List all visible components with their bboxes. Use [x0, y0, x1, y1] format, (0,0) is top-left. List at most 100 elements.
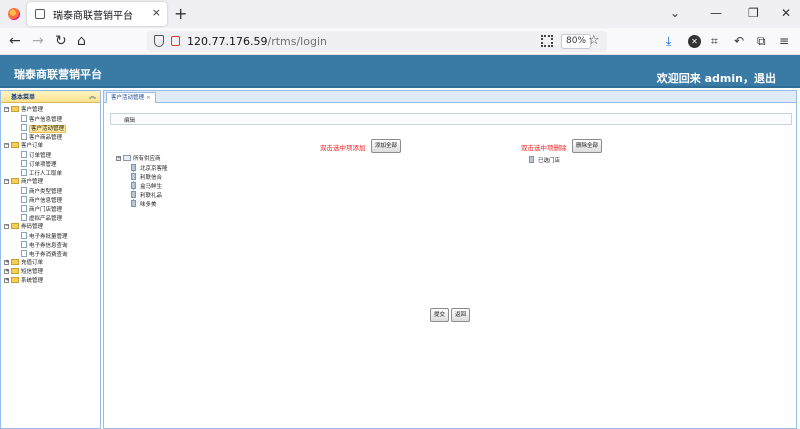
insecure-lock-icon[interactable]: [171, 36, 180, 46]
sidebar-group-system[interactable]: + 系统管理: [4, 277, 43, 286]
sidebar-item-merchant-types[interactable]: 商户类型管理: [21, 187, 62, 196]
undo-icon[interactable]: ↶: [734, 34, 744, 48]
collapse-toggle-icon[interactable]: −: [4, 224, 9, 229]
restore-window-icon[interactable]: ❐: [748, 6, 759, 20]
tab-list-chevron-icon[interactable]: ⌄: [670, 6, 680, 20]
document-icon: [21, 232, 27, 239]
downloads-icon[interactable]: ⤓: [666, 34, 671, 49]
tab-close-icon[interactable]: ×: [152, 6, 161, 19]
document-icon: [21, 151, 27, 158]
sidebar-item-coupon-consume[interactable]: 电子券消费查询: [21, 250, 68, 259]
remove-all-button[interactable]: 删除全部: [572, 139, 603, 153]
collapse-toggle-icon[interactable]: −: [4, 107, 9, 112]
tree-item-supplier[interactable]: 味多美: [131, 200, 157, 209]
sidebar-item-virtual-products[interactable]: 虚拟产品管理: [21, 214, 62, 223]
url-host: 120.77.176.59: [187, 35, 268, 48]
tab-close-icon[interactable]: ×: [146, 95, 151, 101]
expand-toggle-icon[interactable]: +: [4, 278, 9, 283]
sidebar-title: 基本菜单: [11, 94, 36, 101]
folder-icon: [11, 178, 19, 184]
tree-item-supplier[interactable]: 北京京客隆: [131, 164, 168, 173]
forward-arrow-icon[interactable]: →: [32, 33, 44, 49]
sidebar-item-customer-activity[interactable]: 客户活动管理: [21, 124, 67, 133]
address-bar[interactable]: 120.77.176.59/rtms/login 80% ☆: [147, 31, 607, 52]
welcome-logout-link[interactable]: 欢迎回来 admin，退出: [657, 70, 776, 86]
tree-item-label: 味多美: [140, 202, 157, 208]
expand-toggle-icon[interactable]: +: [4, 260, 9, 265]
qr-code-icon[interactable]: [541, 35, 553, 47]
new-tab-button[interactable]: +: [174, 4, 187, 23]
page-icon: [131, 182, 136, 189]
expand-toggle-icon[interactable]: +: [4, 269, 9, 274]
tree-item-supplier[interactable]: 利联礼品: [131, 191, 162, 200]
right-hint-text: 双击选中项删除: [521, 144, 567, 152]
folder-open-icon: [123, 155, 131, 161]
add-all-button[interactable]: 添加全部: [371, 139, 402, 153]
sidebar-item-order-items[interactable]: 订单项管理: [21, 160, 57, 169]
tab-customer-activity[interactable]: 客户活动管理 ×: [106, 92, 156, 103]
page-favicon-icon: [35, 9, 45, 19]
sidebar-item-coupon-batch[interactable]: 电子券批量管理: [21, 232, 68, 241]
sidebar-item-label: 订单管理: [29, 153, 52, 159]
tree-item-supplier[interactable]: 利联信合: [131, 173, 162, 182]
url-text[interactable]: 120.77.176.59/rtms/login: [187, 35, 327, 48]
sidebar-group-recharge[interactable]: + 充值订单: [4, 259, 43, 268]
sidebar-item-label: 客户商品管理: [29, 135, 63, 141]
sidebar-item-merchant-stores[interactable]: 商户门店管理: [21, 205, 62, 214]
zoom-level[interactable]: 80%: [561, 34, 592, 49]
tree-root-all-suppliers[interactable]: − 所有供应商: [116, 155, 161, 164]
sidebar-group-merchants[interactable]: − 商户管理: [4, 178, 43, 187]
page-icon: [131, 173, 136, 180]
back-arrow-icon[interactable]: ←: [9, 33, 21, 49]
submit-button[interactable]: 提交: [430, 308, 450, 322]
sidebar-item-label: 客户活动管理: [29, 125, 67, 133]
tree-item-supplier[interactable]: 盒马鲜生: [131, 182, 162, 191]
bookmark-star-icon[interactable]: ☆: [588, 33, 600, 48]
sidebar-item-customer-goods[interactable]: 客户商品管理: [21, 133, 62, 142]
collapse-chevron-icon[interactable]: ︽: [89, 91, 96, 101]
tree-item-label: 已选门店: [538, 158, 561, 164]
sidebar-item-order-manage[interactable]: 订单管理: [21, 151, 51, 160]
sidebar-group-label: 券码管理: [21, 224, 44, 230]
sidebar-item-merchant-info[interactable]: 商户信息管理: [21, 196, 62, 205]
document-icon: [21, 250, 27, 257]
extensions-icon[interactable]: ⧉: [757, 34, 766, 49]
page-icon: [131, 200, 136, 207]
app-title: 瑞泰商联营销平台: [14, 68, 102, 81]
left-hint-text: 双击选中项添加: [320, 144, 366, 152]
home-icon[interactable]: ⌂: [77, 33, 86, 49]
collapse-toggle-icon[interactable]: −: [4, 143, 9, 148]
sidebar-group-coupons[interactable]: − 券码管理: [4, 223, 43, 232]
sidebar-item-icbc-manual[interactable]: 工行人工取单: [21, 169, 62, 178]
tree-item-label: 利联礼品: [140, 193, 163, 199]
sidebar-item-label: 商户门店管理: [29, 207, 63, 213]
minimize-window-icon[interactable]: —: [710, 6, 722, 20]
back-button[interactable]: 返回: [451, 308, 471, 322]
page-icon: [529, 156, 534, 163]
tree-item-selected-stores[interactable]: 已选门店: [529, 156, 560, 165]
collapse-toggle-icon[interactable]: −: [4, 179, 9, 184]
reload-icon[interactable]: ↻: [55, 33, 67, 49]
sidebar-item-label: 商户信息管理: [29, 198, 63, 204]
sidebar-group-orders[interactable]: − 客户订单: [4, 142, 43, 151]
sidebar-item-customer-info[interactable]: 客户信息管理: [21, 115, 62, 124]
document-icon: [21, 169, 27, 176]
folder-icon: [11, 277, 19, 283]
document-icon: [21, 187, 27, 194]
sidebar-group-label: 客户订单: [21, 143, 44, 149]
sidebar-group-label: 短信管理: [21, 269, 44, 275]
sidebar-item-coupon-query[interactable]: 电子券信息查询: [21, 241, 68, 250]
folder-icon: [11, 223, 19, 229]
tree-item-label: 北京京客隆: [140, 166, 168, 172]
close-window-icon[interactable]: ✕: [781, 6, 791, 20]
crop-screenshot-icon[interactable]: ⌗: [711, 34, 718, 49]
collapse-toggle-icon[interactable]: −: [116, 156, 121, 161]
sidebar-group-customer[interactable]: − 客户管理: [4, 106, 43, 115]
folder-icon: [11, 259, 19, 265]
sidebar-group-sms[interactable]: + 短信管理: [4, 268, 43, 277]
tracking-shield-icon[interactable]: [154, 35, 164, 47]
account-icon[interactable]: ✕: [688, 35, 701, 48]
tree-root-label: 所有供应商: [133, 156, 161, 162]
menu-hamburger-icon[interactable]: ≡: [779, 34, 789, 48]
browser-tab[interactable]: 瑞泰商联营销平台 ×: [27, 2, 167, 26]
